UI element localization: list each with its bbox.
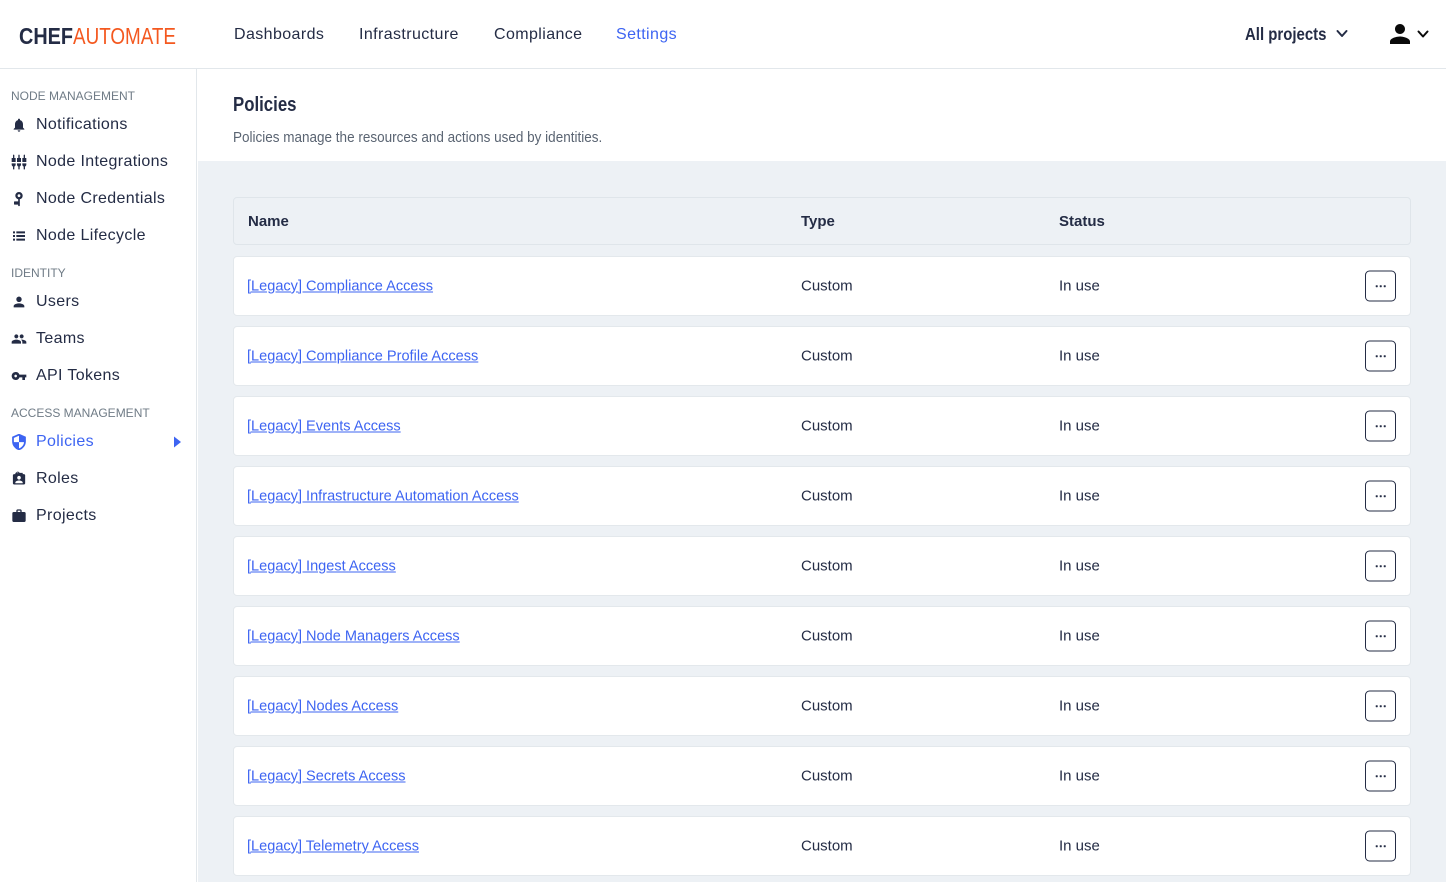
svg-text:CHEF: CHEF: [19, 23, 73, 48]
svg-text:AUTOMATE: AUTOMATE: [73, 23, 176, 48]
